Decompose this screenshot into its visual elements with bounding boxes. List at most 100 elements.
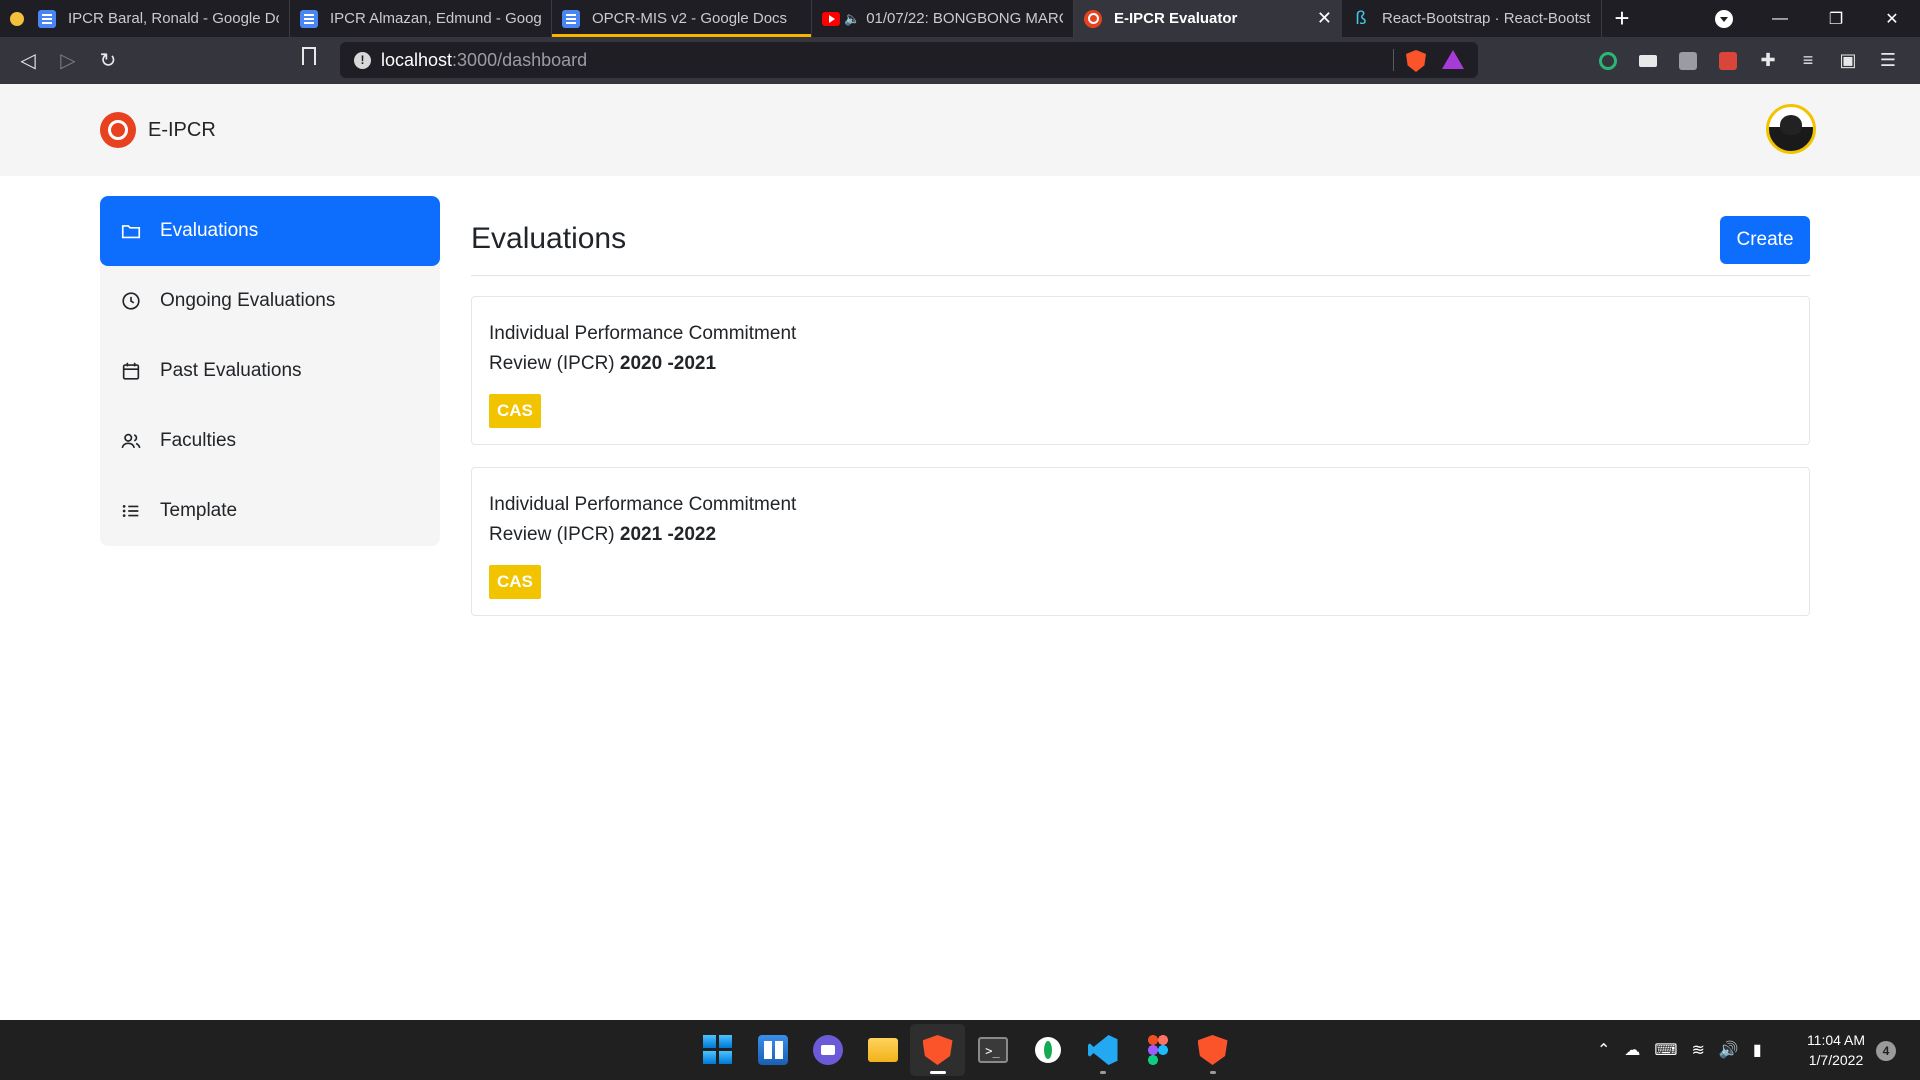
sidebar-item-ongoing-evaluations[interactable]: Ongoing Evaluations bbox=[100, 266, 440, 336]
user-avatar[interactable] bbox=[1766, 104, 1816, 154]
sidebar-item-label: Faculties bbox=[160, 430, 237, 451]
evaluation-title-line2: Review (IPCR) bbox=[489, 353, 615, 374]
file-explorer-icon bbox=[867, 1038, 898, 1062]
keyboard-icon[interactable]: ⌨ bbox=[1654, 1040, 1677, 1060]
browser-tab-eipcr-evaluator[interactable]: E-IPCR Evaluator ✕ bbox=[1074, 0, 1342, 37]
onedrive-icon[interactable]: ☁ bbox=[1624, 1040, 1640, 1060]
tab-title: 01/07/22: BONGBONG MARCOS bbox=[866, 10, 1063, 27]
chat-icon bbox=[812, 1035, 843, 1065]
folder-icon bbox=[119, 219, 143, 243]
file-explorer-button[interactable] bbox=[855, 1024, 910, 1076]
extension-2-icon[interactable] bbox=[1628, 54, 1668, 67]
taskbar: >_ ⌃ ☁ ⌨ ≋ 🔊 ▮ 11:04 AM 1/7/2022 bbox=[0, 1020, 1920, 1080]
mongodb-icon bbox=[1034, 1037, 1061, 1063]
sidebar-item-label: Template bbox=[160, 500, 238, 521]
back-button[interactable]: ◁ bbox=[8, 41, 48, 81]
clock[interactable]: 11:04 AM 1/7/2022 bbox=[1796, 1030, 1876, 1070]
widgets-icon bbox=[757, 1035, 788, 1065]
omnibox-divider bbox=[1393, 49, 1394, 71]
running-indicator bbox=[1209, 1071, 1216, 1074]
users-icon bbox=[119, 429, 143, 453]
battery-icon[interactable]: ▮ bbox=[1753, 1040, 1762, 1060]
sidebar-item-template[interactable]: Template bbox=[100, 476, 440, 546]
browser-tab-react-bootstrap[interactable]: ß React-Bootstrap · React-Bootstrap bbox=[1342, 0, 1602, 37]
bookmark-icon[interactable] bbox=[302, 47, 316, 65]
evaluation-title-line1: Individual Performance Commitment bbox=[489, 323, 797, 344]
address-bar[interactable]: ! localhost:3000/dashboard bbox=[340, 42, 1478, 78]
notification-count-badge[interactable]: 4 bbox=[1876, 1041, 1896, 1061]
google-docs-icon bbox=[562, 9, 580, 28]
brand[interactable]: E-IPCR bbox=[100, 112, 216, 148]
wifi-icon[interactable]: ≋ bbox=[1692, 1040, 1705, 1060]
site-info-icon[interactable]: ! bbox=[354, 51, 371, 69]
evaluation-card-title: Individual Performance Commitment Review… bbox=[489, 490, 796, 550]
extension-3-icon[interactable] bbox=[1668, 51, 1708, 70]
tab-title: IPCR Almazan, Edmund - Google Docs bbox=[330, 10, 541, 27]
start-button[interactable] bbox=[690, 1024, 745, 1076]
brave-rewards-icon[interactable] bbox=[1442, 50, 1464, 69]
college-badge: CAS bbox=[489, 565, 541, 599]
puzzle-icon[interactable]: ✚ bbox=[1748, 50, 1788, 71]
menu-icon[interactable]: ☰ bbox=[1868, 50, 1908, 71]
evaluation-title-line1: Individual Performance Commitment bbox=[489, 494, 797, 515]
close-window-icon[interactable]: ✕ bbox=[1864, 9, 1920, 29]
restore-icon[interactable]: ❐ bbox=[1808, 9, 1864, 29]
volume-icon[interactable]: 🔊 bbox=[1719, 1040, 1739, 1060]
running-indicator bbox=[929, 1071, 946, 1074]
forward-button[interactable]: ▷ bbox=[48, 41, 88, 81]
widgets-button[interactable] bbox=[745, 1024, 800, 1076]
sidebar-item-label: Ongoing Evaluations bbox=[160, 290, 336, 311]
google-docs-icon bbox=[38, 9, 56, 28]
sidebar-item-past-evaluations[interactable]: Past Evaluations bbox=[100, 336, 440, 406]
terminal-button[interactable]: >_ bbox=[965, 1024, 1020, 1076]
extension-4-icon[interactable] bbox=[1708, 51, 1748, 70]
new-tab-button[interactable]: + bbox=[1602, 0, 1642, 37]
sidebar-item-faculties[interactable]: Faculties bbox=[100, 406, 440, 476]
brave-shields-icon[interactable] bbox=[1406, 50, 1426, 72]
brave-icon bbox=[1197, 1035, 1228, 1065]
college-badge: CAS bbox=[489, 394, 541, 428]
brave-taskbar-button[interactable] bbox=[910, 1024, 965, 1076]
evaluation-period: 2020 -2021 bbox=[619, 353, 717, 374]
extension-1-icon[interactable] bbox=[1588, 51, 1628, 70]
terminal-icon: >_ bbox=[977, 1037, 1008, 1063]
vscode-icon bbox=[1087, 1035, 1118, 1065]
minimize-icon[interactable]: — bbox=[1752, 10, 1808, 28]
sidebar-item-evaluations[interactable]: Evaluations bbox=[100, 196, 440, 266]
windows-start-icon bbox=[702, 1035, 733, 1065]
browser-tab-youtube[interactable]: 🔈 01/07/22: BONGBONG MARCOS bbox=[812, 0, 1074, 37]
taskbar-apps: >_ bbox=[690, 1020, 1240, 1080]
page-title: Evaluations bbox=[471, 222, 627, 255]
reload-button[interactable]: ↻ bbox=[88, 41, 128, 81]
tab-title: E-IPCR Evaluator bbox=[1114, 10, 1238, 27]
clock-time: 11:04 AM bbox=[1806, 1032, 1866, 1048]
tab-search-icon[interactable] bbox=[1715, 9, 1733, 28]
evaluation-card[interactable]: Individual Performance Commitment Review… bbox=[471, 296, 1810, 445]
url-host: localhost bbox=[381, 49, 453, 70]
evaluation-period: 2021 -2022 bbox=[619, 524, 717, 545]
chevron-up-icon[interactable]: ⌃ bbox=[1597, 1040, 1610, 1060]
list-icon bbox=[119, 499, 143, 523]
browser-tab-opcr-mis[interactable]: OPCR-MIS v2 - Google Docs bbox=[552, 0, 812, 37]
app-logo-icon bbox=[100, 112, 136, 148]
teams-chat-button[interactable] bbox=[800, 1024, 855, 1076]
tab-title: OPCR-MIS v2 - Google Docs bbox=[592, 10, 788, 27]
figma-button[interactable] bbox=[1130, 1024, 1185, 1076]
mongodb-compass-button[interactable] bbox=[1020, 1024, 1075, 1076]
tab-title: React-Bootstrap · React-Bootstrap bbox=[1382, 10, 1591, 27]
close-tab-icon[interactable]: ✕ bbox=[1317, 8, 1332, 29]
clock-icon bbox=[119, 289, 143, 313]
app-header: E-IPCR bbox=[0, 84, 1920, 176]
create-button[interactable]: Create bbox=[1720, 216, 1810, 264]
title-divider bbox=[471, 275, 1810, 276]
brave-secondary-button[interactable] bbox=[1185, 1024, 1240, 1076]
reading-list-icon[interactable]: ≡ bbox=[1788, 50, 1828, 71]
browser-tab-ipcr-almazan[interactable]: IPCR Almazan, Edmund - Google Docs bbox=[290, 0, 552, 37]
browser-tab-ipcr-baral[interactable]: IPCR Baral, Ronald - Google Docs bbox=[0, 0, 290, 37]
vscode-button[interactable] bbox=[1075, 1024, 1130, 1076]
recording-dot-icon bbox=[10, 11, 24, 26]
evaluation-card-title: Individual Performance Commitment Review… bbox=[489, 319, 796, 379]
wallet-icon[interactable]: ▣ bbox=[1828, 50, 1868, 71]
evaluation-card[interactable]: Individual Performance Commitment Review… bbox=[471, 467, 1810, 616]
audio-playing-icon[interactable]: 🔈 bbox=[844, 11, 860, 27]
